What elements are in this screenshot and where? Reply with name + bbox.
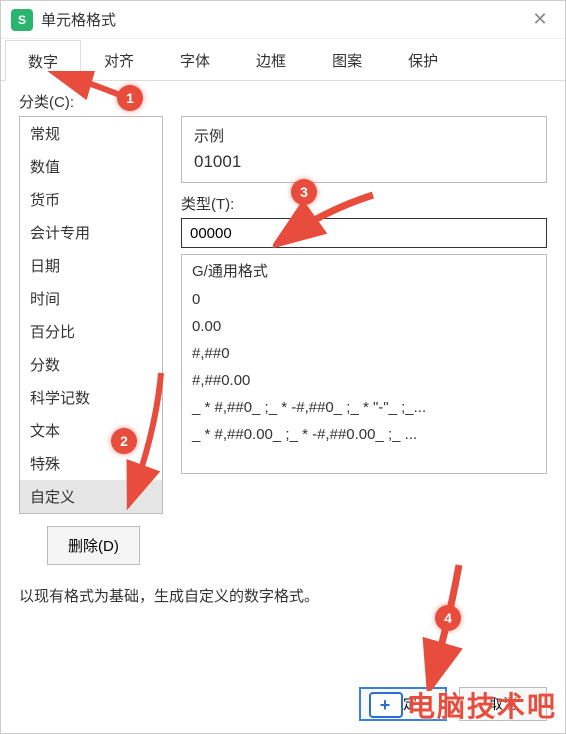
cat-item-fraction[interactable]: 分数 [20,348,162,381]
fmt-item[interactable]: #,##0.00 [182,367,546,394]
example-box: 示例 01001 [181,116,547,183]
cat-item-custom[interactable]: 自定义 [20,480,162,513]
titlebar: S 单元格格式 ✕ [1,1,565,39]
fmt-item[interactable]: 0 [182,286,546,313]
footer: 确定 取消 [19,677,547,721]
columns: 常规 数值 货币 会计专用 日期 时间 百分比 分数 科学记数 文本 特殊 自定… [19,116,547,514]
fmt-item[interactable]: _ * #,##0.00_ ;_ * -#,##0.00_ ;_ ... [182,421,546,448]
cat-item-scientific[interactable]: 科学记数 [20,381,162,414]
dialog-body: 分类(C): 常规 数值 货币 会计专用 日期 时间 百分比 分数 科学记数 文… [1,81,565,733]
right-column: 示例 01001 类型(T): G/通用格式 0 0.00 #,##0 #,##… [181,116,547,514]
cat-item-currency[interactable]: 货币 [20,183,162,216]
fmt-item[interactable]: #,##0 [182,340,546,367]
cat-item-special[interactable]: 特殊 [20,447,162,480]
window-title: 单元格格式 [41,9,116,30]
fmt-item[interactable]: G/通用格式 [182,255,546,286]
category-label: 分类(C): [19,91,547,112]
example-label: 示例 [194,125,534,146]
tab-align[interactable]: 对齐 [81,39,157,80]
category-list[interactable]: 常规 数值 货币 会计专用 日期 时间 百分比 分数 科学记数 文本 特殊 自定… [19,116,163,514]
cancel-button[interactable]: 取消 [459,687,547,721]
fmt-item[interactable]: 0.00 [182,313,546,340]
example-value: 01001 [194,152,534,172]
dialog-window: S 单元格格式 ✕ 数字 对齐 字体 边框 图案 保护 分类(C): 常规 数值… [0,0,566,734]
delete-button[interactable]: 删除(D) [47,526,140,565]
ok-button[interactable]: 确定 [359,687,447,721]
tab-bar: 数字 对齐 字体 边框 图案 保护 [1,39,565,81]
app-icon: S [11,9,33,31]
format-list[interactable]: G/通用格式 0 0.00 #,##0 #,##0.00 _ * #,##0_ … [181,254,547,474]
delete-row: 删除(D) [19,526,547,565]
tab-number[interactable]: 数字 [5,40,81,81]
tab-font[interactable]: 字体 [157,39,233,80]
cat-item-text[interactable]: 文本 [20,414,162,447]
cat-item-date[interactable]: 日期 [20,249,162,282]
tab-protect[interactable]: 保护 [385,39,461,80]
hint-text: 以现有格式为基础，生成自定义的数字格式。 [19,585,547,606]
cat-item-number[interactable]: 数值 [20,150,162,183]
type-label: 类型(T): [181,193,547,214]
cat-item-time[interactable]: 时间 [20,282,162,315]
cat-item-percent[interactable]: 百分比 [20,315,162,348]
cat-item-accounting[interactable]: 会计专用 [20,216,162,249]
tab-border[interactable]: 边框 [233,39,309,80]
cat-item-general[interactable]: 常规 [20,117,162,150]
fmt-item[interactable]: _ * #,##0_ ;_ * -#,##0_ ;_ * "-"_ ;_... [182,394,546,421]
type-input[interactable] [181,218,547,248]
close-icon[interactable]: ✕ [525,5,555,35]
tab-pattern[interactable]: 图案 [309,39,385,80]
